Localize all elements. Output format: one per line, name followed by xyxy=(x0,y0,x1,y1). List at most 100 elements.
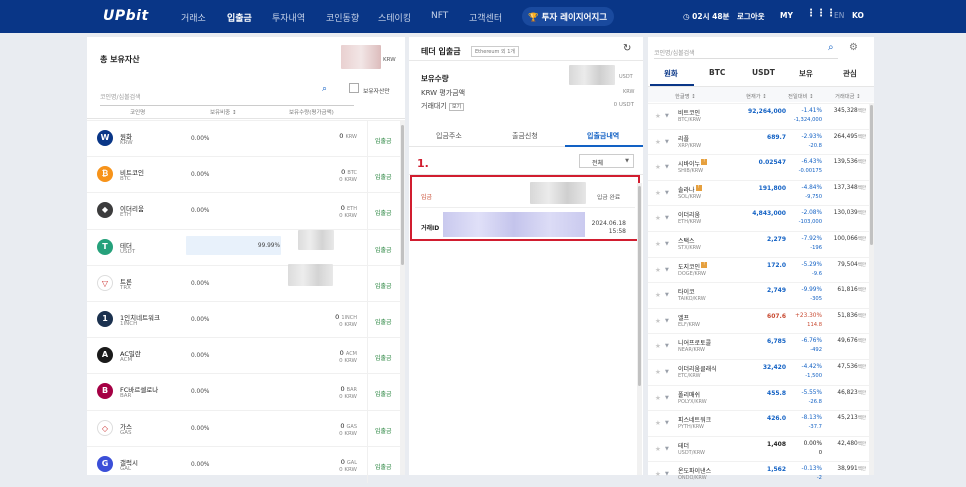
session-timer[interactable]: ◷ 02시 48분 xyxy=(683,11,729,22)
nav-staking[interactable]: 스테이킹 xyxy=(378,11,411,24)
search-icon[interactable]: ⌕ xyxy=(828,42,834,53)
market-row[interactable]: ★ ▼ 니어프로토콜 NEAR/KRW 6,785 -6.76% -492 49,676백만 xyxy=(648,333,869,359)
col-price[interactable]: 현재가 ↕ xyxy=(746,92,767,100)
lang-ko[interactable]: KO xyxy=(852,11,864,20)
chart-icon[interactable]: ▼ xyxy=(665,292,669,298)
star-icon[interactable]: ★ xyxy=(655,189,661,197)
holding-row[interactable]: A AC밀란 ACM 0.00% 0 ACM 0 KRW 입출금 xyxy=(87,337,405,375)
star-icon[interactable]: ★ xyxy=(655,368,661,376)
deposit-withdraw-link[interactable]: 입출금 xyxy=(375,208,392,217)
chart-icon[interactable]: ▼ xyxy=(665,471,669,477)
market-row[interactable]: ★ ▼ 온도파이낸스 ONDO/KRW 1,562 -0.13% -2 38,991백만 xyxy=(648,461,869,487)
logout-link[interactable]: 로그아웃 xyxy=(737,11,765,22)
star-icon[interactable]: ★ xyxy=(655,266,661,274)
gear-icon[interactable]: ⚙ xyxy=(849,42,858,53)
star-icon[interactable]: ★ xyxy=(655,214,661,222)
chart-icon[interactable]: ▼ xyxy=(665,113,669,119)
tab-withdraw-request[interactable]: 출금신청 xyxy=(512,131,538,141)
tab-btc[interactable]: BTC xyxy=(709,68,725,77)
deposit-withdraw-link[interactable]: 입출금 xyxy=(375,353,392,362)
chart-icon[interactable]: ▼ xyxy=(665,139,669,145)
pending-view-button[interactable]: 보기 xyxy=(449,103,465,111)
lang-en[interactable]: EN xyxy=(834,11,844,20)
star-icon[interactable]: ★ xyxy=(655,394,661,402)
search-icon[interactable]: ⌕ xyxy=(322,84,327,94)
network-tag[interactable]: Ethereum 외 1개 xyxy=(471,46,519,57)
chart-icon[interactable]: ▼ xyxy=(665,395,669,401)
market-row[interactable]: ★ ▼ 도지코인! DOGE/KRW 172.0 -5.29% -9.6 79,504백만 xyxy=(648,256,869,283)
star-icon[interactable]: ★ xyxy=(655,112,661,120)
star-icon[interactable]: ★ xyxy=(655,163,661,171)
history-scrollbar[interactable] xyxy=(637,183,642,475)
star-icon[interactable]: ★ xyxy=(655,470,661,478)
market-row[interactable]: ★ ▼ 엘프 ELF/KRW 607.6 +23.30% 114.8 51,836백만 xyxy=(648,307,869,334)
nav-investments[interactable]: 투자내역 xyxy=(272,11,305,24)
deposit-withdraw-link[interactable]: 입출금 xyxy=(375,172,392,181)
market-row[interactable]: ★ ▼ 이더리움클래식 ETC/KRW 32,420 -4.42% -1,500 47,536… xyxy=(648,359,869,385)
chart-icon[interactable]: ▼ xyxy=(665,190,669,196)
chart-icon[interactable]: ▼ xyxy=(665,241,669,247)
my-page-link[interactable]: MY xyxy=(780,11,793,20)
market-row[interactable]: ★ ▼ 이더리움 ETH/KRW 4,843,000 -2.08% -103,000 130,… xyxy=(648,205,869,231)
only-held-checkbox[interactable] xyxy=(349,83,359,93)
tab-usdt[interactable]: USDT xyxy=(752,68,775,77)
deposit-withdraw-link[interactable]: 입출금 xyxy=(375,426,392,435)
deposit-withdraw-link[interactable]: 입출금 xyxy=(375,389,392,398)
filter-select[interactable]: 전체 ▼ xyxy=(579,154,634,168)
chart-icon[interactable]: ▼ xyxy=(665,446,669,452)
market-row[interactable]: ★ ▼ 솔라나! SOL/KRW 191,800 -4.84% -9,750 137,348백… xyxy=(648,179,869,206)
deposit-withdraw-link[interactable]: 입출금 xyxy=(375,281,392,290)
holding-row[interactable]: ▽ 트론 TRX 0.00% 입출금 xyxy=(87,264,405,302)
nav-exchange[interactable]: 거래소 xyxy=(181,11,206,24)
nav-customer-center[interactable]: 고객센터 xyxy=(469,11,502,24)
col-change[interactable]: 전일대비 ↕ xyxy=(788,92,814,100)
chart-icon[interactable]: ▼ xyxy=(665,318,669,324)
star-icon[interactable]: ★ xyxy=(655,240,661,248)
chart-icon[interactable]: ▼ xyxy=(665,267,669,273)
holdings-search-input[interactable]: 코인명/심볼검색 xyxy=(100,84,354,106)
market-row[interactable]: ★ ▼ 피스네트워크 PYTH/KRW 426.0 -8.13% -37.7 45,213백만 xyxy=(648,410,869,436)
grid-menu-icon[interactable]: ⋮⋮⋮ xyxy=(806,8,836,19)
star-icon[interactable]: ★ xyxy=(655,317,661,325)
nav-coin-trends[interactable]: 코인동향 xyxy=(326,11,359,24)
col-share[interactable]: 보유비중 ↕ xyxy=(210,108,237,116)
deposit-withdraw-link[interactable]: 입출금 xyxy=(375,136,392,145)
market-row[interactable]: ★ ▼ 비트코인 BTC/KRW 92,264,000 -1.41% -1,324,000 3… xyxy=(648,103,869,129)
deposit-withdraw-link[interactable]: 입출금 xyxy=(375,317,392,326)
chart-icon[interactable]: ▼ xyxy=(665,420,669,426)
holdings-scrollbar[interactable] xyxy=(400,120,405,475)
deposit-withdraw-link[interactable]: 입출금 xyxy=(375,245,392,254)
star-icon[interactable]: ★ xyxy=(655,419,661,427)
market-row[interactable]: ★ ▼ 타이코 TAIKO/KRW 2,749 -9.99% -305 61,816백만 xyxy=(648,282,869,308)
invest-challenge-button[interactable]: 🏆 투자 레이지어지그 xyxy=(522,7,614,26)
tab-deposit-address[interactable]: 입금주소 xyxy=(436,131,462,141)
holding-row[interactable]: W 원화 KRW 0.00% 0 KRW 입출금 xyxy=(87,120,405,157)
market-search-input[interactable]: 코인명/심볼검색 xyxy=(654,45,838,59)
star-icon[interactable]: ★ xyxy=(655,342,661,350)
holding-row[interactable]: B FC바르셀로나 BAR 0.00% 0 BAR 0 KRW 입출금 xyxy=(87,373,405,411)
market-row[interactable]: ★ ▼ 시바이누! SHIB/KRW 0.02547 -6.43% -0.00175 139,… xyxy=(648,154,869,180)
nav-nft[interactable]: NFT xyxy=(431,11,448,21)
upbit-logo[interactable]: UPbit xyxy=(103,8,149,24)
chart-icon[interactable]: ▼ xyxy=(665,369,669,375)
market-row[interactable]: ★ ▼ 리플 XRP/KRW 689.7 -2.93% -20.8 264,495백만 xyxy=(648,128,869,155)
star-icon[interactable]: ★ xyxy=(655,291,661,299)
market-scrollbar[interactable] xyxy=(869,103,874,475)
market-row[interactable]: ★ ▼ 스택스 STX/KRW 2,279 -7.92% -196 100,066백만 xyxy=(648,231,869,257)
market-row[interactable]: ★ ▼ 테더 USDT/KRW 1,408 0.00% 0 42,480백만 xyxy=(648,435,869,462)
star-icon[interactable]: ★ xyxy=(655,445,661,453)
chart-icon[interactable]: ▼ xyxy=(665,343,669,349)
nav-deposit-withdraw[interactable]: 입출금 xyxy=(227,11,252,24)
col-name[interactable]: 한글명 ↕ xyxy=(675,92,696,100)
tab-history[interactable]: 입출금내역 xyxy=(587,131,619,141)
holding-row[interactable]: 1 1인치네트워크 1INCH 0.00% 0 1INCH 0 KRW 입출금 xyxy=(87,301,405,338)
col-volume[interactable]: 거래대금 ↕ xyxy=(835,92,861,100)
holding-row[interactable]: ₿ 비트코인 BTC 0.00% 0 BTC 0 KRW 입출금 xyxy=(87,156,405,194)
star-icon[interactable]: ★ xyxy=(655,138,661,146)
tab-favorite[interactable]: 관심 xyxy=(843,68,857,79)
holding-row[interactable]: ◇ 가스 GAS 0.00% 0 GAS 0 KRW 입출금 xyxy=(87,409,405,447)
tab-krw[interactable]: 원화 xyxy=(664,68,678,79)
chart-icon[interactable]: ▼ xyxy=(665,215,669,221)
deposit-withdraw-link[interactable]: 입출금 xyxy=(375,462,392,471)
market-row[interactable]: ★ ▼ 폴리매쉬 POLYX/KRW 455.8 -5.55% -26.8 46,823백만 xyxy=(648,384,869,411)
